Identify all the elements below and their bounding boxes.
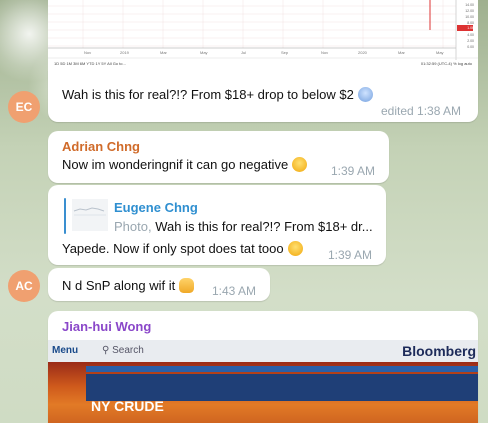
price-badge: 1.06 <box>467 26 474 30</box>
y-tick: 12.00 <box>465 9 474 13</box>
x-tick: Jul <box>241 50 247 55</box>
quote-text[interactable]: Photo, Wah is this for real?!? From $18+… <box>114 219 373 234</box>
x-tick: Nov <box>321 50 329 55</box>
rofl-emoji-icon <box>287 241 303 256</box>
x-tick: 2019 <box>120 50 129 55</box>
avatar[interactable]: AC <box>8 270 40 302</box>
x-tick: May <box>200 50 208 55</box>
message-time: 1:43 AM <box>212 284 257 298</box>
quote-thumbnail <box>72 199 108 231</box>
x-tick: Nov <box>84 50 92 55</box>
x-tick: Mar <box>398 50 405 55</box>
x-tick: 2020 <box>358 50 367 55</box>
chart-photo[interactable]: Nov 2019 Mar May Jul Sep Nov 2020 Mar Ma… <box>48 0 478 70</box>
tv-headline: NY CRUDE <box>91 398 164 414</box>
sender-name[interactable]: Adrian Chng <box>62 139 140 154</box>
scream-emoji-icon <box>357 87 373 102</box>
bloomberg-photo[interactable]: Menu ⚲ Search Bloomberg NY CRUDE <box>48 340 478 423</box>
bloomberg-logo: Bloomberg <box>402 343 476 359</box>
reply-quote-bar <box>64 198 66 234</box>
y-tick: 10.00 <box>465 15 474 19</box>
thumbnail-chart-icon <box>73 207 106 216</box>
sender-name[interactable]: Jian-hui Wong <box>62 319 151 334</box>
message-text: Now im wonderingnif it can go negative <box>62 157 308 172</box>
tv-banner <box>86 374 478 401</box>
message-time: 1:39 AM <box>328 248 373 262</box>
message-time: 1:39 AM <box>331 164 376 178</box>
quote-sender-name[interactable]: Eugene Chng <box>114 200 198 215</box>
praying-hands-emoji-icon <box>179 278 195 293</box>
rofl-emoji-icon <box>292 157 308 172</box>
chart-right-controls: 01:32:59 (UTC-4) % log auto <box>420 61 472 66</box>
y-tick: 14.00 <box>465 3 474 7</box>
x-tick: Mar <box>160 50 167 55</box>
x-tick: May <box>436 50 444 55</box>
bloomberg-search: ⚲ Search <box>102 345 144 356</box>
message-text: N d SnP along wif it <box>62 278 195 293</box>
message-text: Wah is this for real?!? From $18+ drop t… <box>62 87 373 102</box>
y-tick: 8.00 <box>467 21 474 25</box>
y-tick: 0.00 <box>467 45 474 49</box>
chart-grid <box>48 0 478 60</box>
x-tick: Sep <box>281 50 289 55</box>
y-tick: 2.00 <box>467 39 474 43</box>
bloomberg-menu: Menu <box>52 345 79 356</box>
avatar[interactable]: EC <box>8 91 40 123</box>
tv-stripe <box>86 366 478 372</box>
range-buttons: 1D 5D 1M 3M 6M YTD 1Y 5Y All Go to... <box>54 61 126 66</box>
message-time: edited 1:38 AM <box>381 104 462 118</box>
message-text: Yapede. Now if only spot does tat tooo <box>62 241 303 256</box>
search-icon: ⚲ <box>102 345 110 356</box>
y-tick: 4.00 <box>467 33 474 37</box>
bloomberg-header: Menu ⚲ Search Bloomberg <box>48 340 478 362</box>
